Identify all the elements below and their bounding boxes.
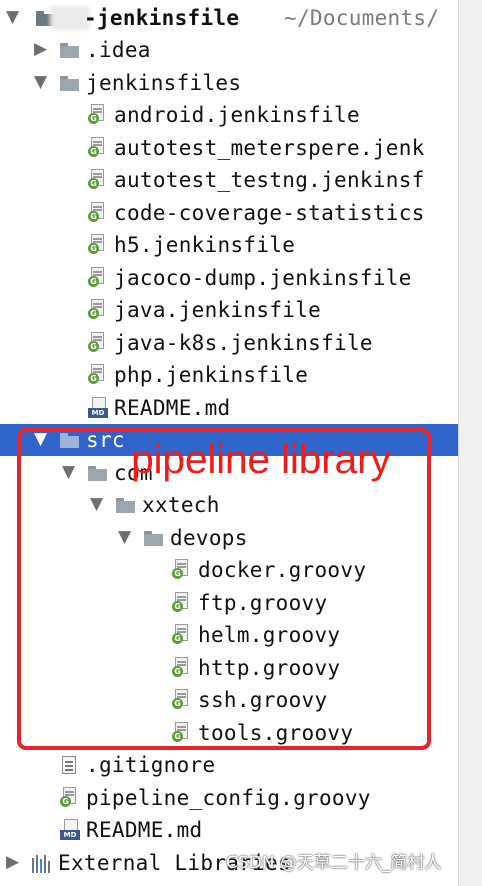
groovy-file-icon: G (88, 364, 104, 385)
folder-icon (60, 43, 79, 58)
folder-icon (60, 433, 79, 448)
tree-item-label: code-coverage-statistics (114, 201, 425, 225)
tree-item-file[interactable]: G docker.groovy (0, 554, 458, 586)
tree-item-label: java.jenkinsfile (114, 298, 322, 322)
tree-item-file[interactable]: G ftp.groovy (0, 587, 458, 619)
chevron-right-icon[interactable]: ▶ (34, 38, 47, 60)
groovy-file-icon: G (172, 722, 188, 743)
chevron-down-icon[interactable]: ▼ (34, 71, 47, 93)
tree-item-label: .idea (86, 38, 151, 62)
vertical-scrollbar[interactable] (458, 0, 482, 886)
tree-item-file[interactable]: .gitignore (0, 749, 458, 781)
tree-item-label: java-k8s.jenkinsfile (114, 331, 373, 355)
tree-item-label: android.jenkinsfile (114, 103, 360, 127)
tree-item-label: jacoco-dump.jenkinsfile (114, 266, 412, 290)
groovy-file-icon: G (60, 787, 76, 808)
tree-item-file[interactable]: G php.jenkinsfile (0, 359, 458, 391)
tree-item-label: http.groovy (198, 656, 341, 680)
markdown-file-icon: MD (88, 397, 108, 419)
tree-item-file[interactable]: G http.groovy (0, 652, 458, 684)
tree-item-file[interactable]: G code-coverage-statistics (0, 197, 458, 229)
groovy-file-icon: G (88, 267, 104, 288)
tree-item-file[interactable]: G pipeline_config.groovy (0, 782, 458, 814)
chevron-down-icon[interactable]: ▼ (34, 428, 47, 450)
groovy-file-icon: G (88, 169, 104, 190)
tree-item-label: docker.groovy (198, 558, 367, 582)
watermark: CSDN @天草二十六_简村人 (226, 853, 442, 873)
tree-item-file[interactable]: G tools.groovy (0, 717, 458, 749)
tree-item-label: README.md (86, 818, 203, 842)
tree-item-file[interactable]: G java-k8s.jenkinsfile (0, 327, 458, 359)
folder-icon (144, 531, 163, 546)
groovy-file-icon: G (172, 592, 188, 613)
external-libraries-icon (32, 855, 54, 873)
chevron-down-icon[interactable]: ▼ (6, 6, 19, 28)
tree-item-label: xxtech (142, 493, 220, 517)
tree-item-file[interactable]: G java.jenkinsfile (0, 294, 458, 326)
chevron-down-icon[interactable]: ▼ (90, 493, 103, 515)
groovy-file-icon: G (88, 202, 104, 223)
markdown-file-icon: MD (60, 819, 80, 841)
tree-item-label: php.jenkinsfile (114, 363, 309, 387)
tree-item-label: tools.groovy (198, 721, 354, 745)
tree-item-label: pipeline_config.groovy (86, 786, 371, 810)
tree-item-idea[interactable]: ▶ .idea (0, 34, 458, 66)
tree-item-label: .gitignore (86, 753, 216, 777)
tree-item-devops[interactable]: ▼ devops (0, 522, 458, 554)
tree-item-label: src (86, 428, 125, 452)
annotation-label: pipeline library (131, 436, 391, 482)
groovy-file-icon: G (172, 559, 188, 580)
project-path: ~/Documents/ (284, 6, 440, 30)
tree-item-label: helm.groovy (198, 623, 341, 647)
tree-item-label: ssh.groovy (198, 688, 328, 712)
groovy-file-icon: G (172, 657, 188, 678)
tree-item-file[interactable]: MD README.md (0, 814, 458, 846)
groovy-file-icon: G (88, 299, 104, 320)
chevron-right-icon[interactable]: ▶ (6, 851, 19, 873)
tree-item-file[interactable]: MD README.md (0, 392, 458, 424)
tree-item-label: ftp.groovy (198, 591, 328, 615)
folder-icon (88, 466, 107, 481)
tree-item-file[interactable]: G helm.groovy (0, 619, 458, 651)
tree-item-label: README.md (114, 396, 231, 420)
tree-item-file[interactable]: G h5.jenkinsfile (0, 229, 458, 261)
chevron-down-icon[interactable]: ▼ (62, 461, 75, 483)
chevron-down-icon[interactable]: ▼ (118, 526, 131, 548)
tree-item-label: jenkinsfiles (86, 71, 242, 95)
tree-root-row[interactable]: ▼ -jenkinsfile ~/Documents/ (0, 2, 458, 34)
groovy-file-icon: G (172, 624, 188, 645)
project-name: -jenkinsfile (84, 6, 240, 30)
tree-item-file[interactable]: G android.jenkinsfile (0, 99, 458, 131)
groovy-file-icon: G (88, 332, 104, 353)
folder-icon (116, 498, 135, 513)
text-file-icon (62, 756, 76, 774)
tree-item-label: devops (170, 526, 248, 550)
folder-icon (60, 76, 79, 91)
groovy-file-icon: G (88, 234, 104, 255)
tree-item-label: autotest_meterspere.jenk (114, 136, 425, 160)
groovy-file-icon: G (88, 137, 104, 158)
tree-item-file[interactable]: G jacoco-dump.jenkinsfile (0, 262, 458, 294)
tree-item-file[interactable]: G autotest_meterspere.jenk (0, 132, 458, 164)
tree-item-label: autotest_testng.jenkinsf (114, 168, 425, 192)
tree-item-file[interactable]: G autotest_testng.jenkinsf (0, 164, 458, 196)
groovy-file-icon: G (172, 689, 188, 710)
tree-item-company[interactable]: ▼ xxtech (0, 489, 458, 521)
tree-item-jenkinsfiles[interactable]: ▼ jenkinsfiles (0, 67, 458, 99)
tree-item-label: h5.jenkinsfile (114, 233, 296, 257)
tree-item-file[interactable]: G ssh.groovy (0, 684, 458, 716)
groovy-file-icon: G (88, 104, 104, 125)
